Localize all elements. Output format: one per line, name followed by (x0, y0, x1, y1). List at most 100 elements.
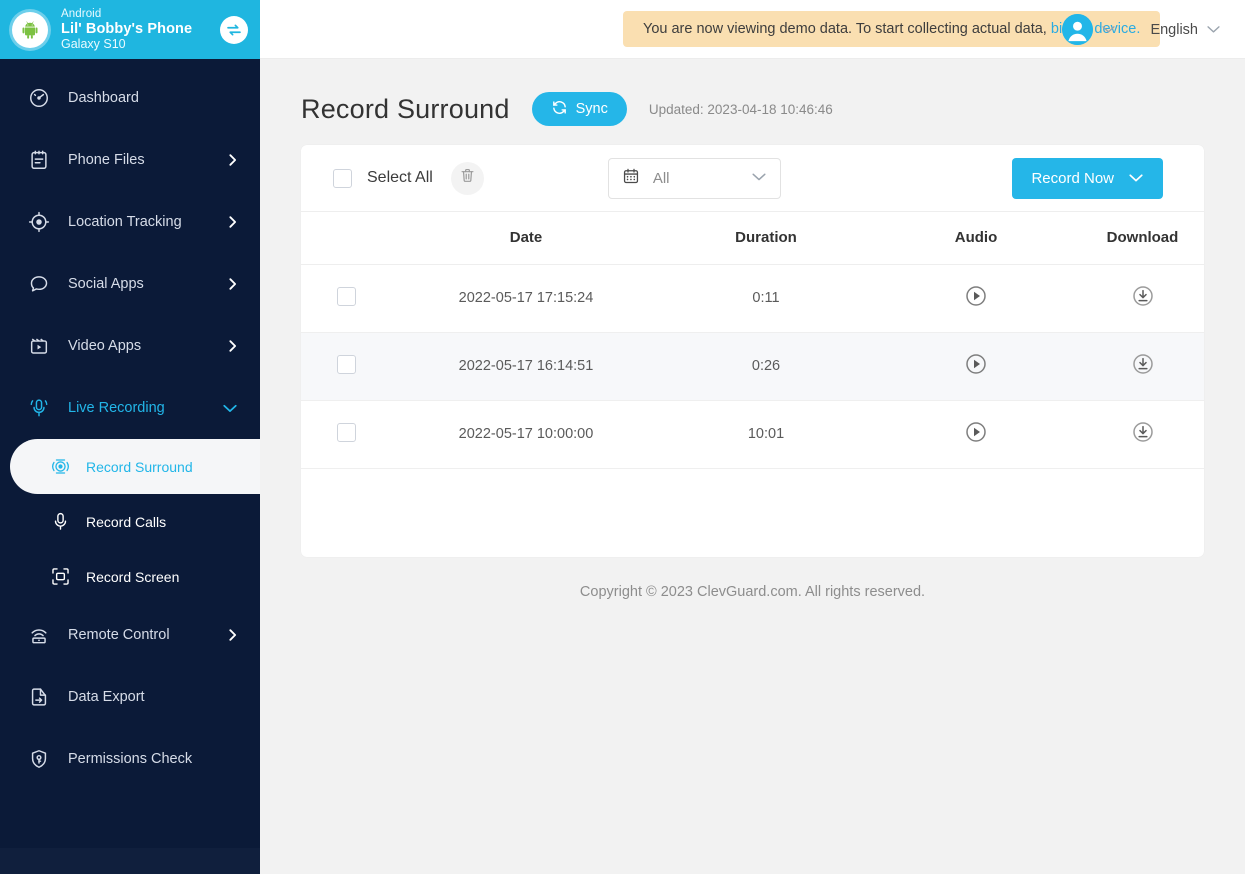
chat-bubble-icon (26, 273, 52, 295)
chevron-right-icon (224, 215, 238, 229)
page-title: Record Surround (301, 93, 510, 124)
select-all-checkbox[interactable] (333, 168, 352, 188)
records-card: Select All All Record Now Date Duration … (301, 145, 1204, 557)
content-area: Record Surround Sync Updated: 2023-04-18… (260, 59, 1245, 874)
column-header-download: Download (1081, 212, 1204, 265)
footer-copyright: Copyright © 2023 ClevGuard.com. All righ… (579, 584, 926, 600)
sidebar-item-data-export[interactable]: Data Export (0, 666, 260, 728)
table-row[interactable]: 2022-05-17 17:15:24 0:11 (301, 264, 1204, 333)
table-header-row: Date Duration Audio Download (301, 212, 1204, 265)
row-select-cell (301, 332, 391, 401)
sidebar-item-video-apps[interactable]: Video Apps (0, 315, 260, 377)
row-checkbox[interactable] (336, 422, 356, 442)
row-duration: 0:26 (661, 332, 871, 401)
sync-button[interactable]: Sync (531, 92, 627, 126)
download-circle-icon[interactable] (1131, 352, 1155, 376)
column-header-check (301, 212, 391, 265)
row-checkbox[interactable] (336, 286, 356, 306)
row-date: 2022-05-17 10:00:00 (391, 400, 661, 469)
chevron-right-icon (224, 277, 238, 291)
card-toolbar: Select All All Record Now (301, 145, 1204, 212)
shield-key-icon (26, 748, 52, 770)
sidebar-subitem-record-screen[interactable]: Record Screen (0, 549, 260, 604)
sidebar-subitem-label: Record Screen (86, 568, 180, 585)
row-download-cell (1081, 264, 1204, 333)
calendar-icon (622, 167, 640, 190)
sidebar-subitem-record-calls[interactable]: Record Calls (0, 494, 260, 549)
chevron-right-icon (224, 153, 238, 167)
table-row[interactable]: 2022-05-17 10:00:00 10:01 (301, 400, 1204, 469)
play-circle-icon[interactable] (964, 420, 988, 444)
download-circle-icon[interactable] (1131, 284, 1155, 308)
record-surround-icon (48, 456, 72, 477)
device-info: Android Lil' Bobby's Phone Galaxy S10 (61, 8, 220, 51)
sidebar-item-phone-files[interactable]: Phone Files (0, 129, 260, 191)
microphone-icon (48, 511, 72, 532)
column-header-duration: Duration (661, 212, 871, 265)
table-row[interactable]: 2022-05-17 16:14:51 0:26 (301, 332, 1204, 401)
row-date: 2022-05-17 16:14:51 (391, 332, 661, 401)
sidebar-item-label: Social Apps (68, 276, 144, 292)
select-all-label: Select All (367, 169, 433, 186)
delete-button[interactable] (450, 161, 484, 195)
date-filter-value: All (652, 169, 670, 187)
chevron-down-icon (751, 169, 767, 187)
sidebar-item-social-apps[interactable]: Social Apps (0, 253, 260, 315)
language-selector[interactable]: English (1150, 22, 1221, 38)
row-duration: 0:11 (661, 264, 871, 333)
row-download-cell (1081, 400, 1204, 469)
row-select-cell (301, 264, 391, 333)
row-checkbox[interactable] (336, 354, 356, 374)
chevron-down-icon (222, 402, 238, 414)
sidebar-item-location-tracking[interactable]: Location Tracking (0, 191, 260, 253)
sidebar: Android Lil' Bobby's Phone Galaxy S10 Da… (0, 0, 260, 874)
record-now-label: Record Now (1031, 169, 1114, 187)
remote-signal-icon (26, 624, 52, 646)
row-date: 2022-05-17 17:15:24 (391, 264, 661, 333)
user-menu[interactable] (1062, 14, 1116, 45)
sidebar-subitem-record-surround[interactable]: Record Surround (10, 439, 260, 494)
table-body: 2022-05-17 17:15:24 0:11 2022-05-17 16:1… (301, 264, 1204, 469)
play-circle-icon[interactable] (964, 284, 988, 308)
language-label: English (1150, 21, 1198, 38)
user-avatar-icon (1062, 14, 1094, 45)
sidebar-item-label: Location Tracking (68, 214, 182, 230)
clipboard-icon (26, 149, 52, 171)
chevron-down-icon (1206, 22, 1221, 38)
row-download-cell (1081, 332, 1204, 401)
row-duration: 10:01 (661, 400, 871, 469)
sidebar-item-dashboard[interactable]: Dashboard (0, 67, 260, 129)
updated-timestamp: Updated: 2023-04-18 10:46:46 (648, 101, 833, 117)
android-robot-icon (12, 11, 48, 48)
chevron-right-icon (224, 339, 238, 353)
dashboard-gauge-icon (26, 87, 52, 109)
sidebar-item-live-recording[interactable]: Live Recording (0, 377, 260, 439)
sidebar-item-remote-control[interactable]: Remote Control (0, 604, 260, 666)
sidebar-item-label: Phone Files (68, 152, 145, 168)
record-now-button[interactable]: Record Now (1012, 157, 1163, 199)
download-circle-icon[interactable] (1131, 420, 1155, 444)
row-audio-cell (871, 400, 1081, 469)
main-area: You are now viewing demo data. To start … (260, 0, 1245, 874)
sidebar-item-label: Permissions Check (68, 751, 193, 767)
device-header: Android Lil' Bobby's Phone Galaxy S10 (0, 0, 260, 59)
demo-banner-text: You are now viewing demo data. To start … (643, 21, 1047, 37)
date-filter-select[interactable]: All (607, 157, 781, 199)
sidebar-item-label: Video Apps (68, 338, 142, 354)
row-audio-cell (871, 264, 1081, 333)
sidebar-item-label: Data Export (68, 689, 145, 705)
page-header: Record Surround Sync Updated: 2023-04-18… (301, 59, 1204, 137)
sync-button-label: Sync (575, 101, 608, 117)
sidebar-nav: Dashboard Phone Files Location Tracking … (0, 59, 260, 848)
switch-device-icon[interactable] (220, 15, 248, 44)
sidebar-bottom-bar (0, 848, 260, 874)
sidebar-item-label: Remote Control (68, 627, 170, 643)
microphone-waves-icon (26, 397, 52, 419)
records-table: Date Duration Audio Download 2022-05-17 … (301, 212, 1204, 469)
sidebar-item-permissions-check[interactable]: Permissions Check (0, 728, 260, 790)
device-name: Lil' Bobby's Phone (61, 20, 193, 37)
play-circle-icon[interactable] (964, 352, 988, 376)
sidebar-item-label: Live Recording (68, 400, 165, 416)
chevron-right-icon (224, 628, 238, 642)
trash-icon (459, 167, 476, 189)
